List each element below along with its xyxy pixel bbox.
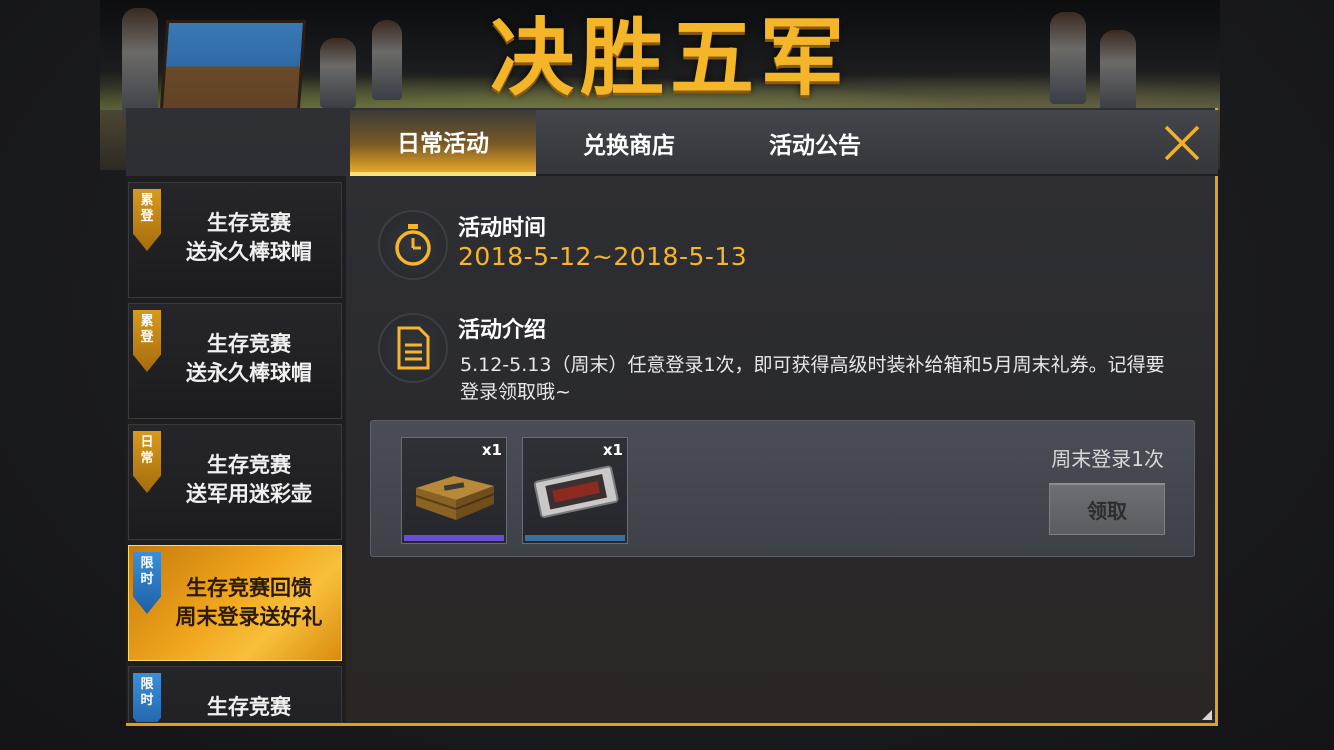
document-icon: [397, 326, 430, 370]
badge-text: 常: [140, 451, 154, 466]
event-title-line: 送永久棒球帽: [186, 361, 312, 385]
event-title: 生存竞赛 送军用迷彩壶: [163, 451, 335, 509]
tab-bar: 日常活动 兑换商店 活动公告: [350, 110, 1218, 176]
event-title: 生存竞赛回馈 周末登录送好礼: [163, 574, 335, 632]
event-title-line: 生存竞赛回馈: [186, 576, 312, 600]
claim-button[interactable]: 领取: [1049, 483, 1165, 535]
time-title: 活动时间: [458, 216, 547, 241]
time-value: 2018-5-12~2018-5-13: [458, 242, 748, 271]
tab-label: 兑换商店: [583, 133, 675, 159]
badge-text: 限: [140, 677, 154, 692]
intro-icon-frame: [378, 313, 448, 383]
time-icon-frame: [378, 210, 448, 280]
tab-daily-events[interactable]: 日常活动: [350, 110, 536, 176]
badge-text: 累: [140, 314, 154, 329]
event-list-item[interactable]: 限 时 生存竞赛: [128, 666, 342, 722]
soldier-art: [320, 38, 356, 108]
event-list-item[interactable]: 累 登 生存竞赛 送永久棒球帽: [128, 182, 342, 298]
badge-daily: 日 常: [133, 431, 161, 493]
event-title: 生存竞赛: [163, 693, 335, 722]
close-icon: [1164, 125, 1200, 161]
badge-text: 累: [140, 193, 154, 208]
reward-item-slot[interactable]: x1: [522, 437, 628, 544]
badge-text: 登: [140, 330, 154, 345]
soldier-art: [1100, 30, 1136, 110]
item-quantity: x1: [481, 441, 502, 459]
rarity-bar: [404, 535, 504, 541]
banner-title: 决胜五军: [490, 9, 851, 107]
rarity-bar: [525, 535, 625, 541]
tab-announcements[interactable]: 活动公告: [722, 110, 908, 176]
intro-title: 活动介绍: [458, 318, 547, 343]
badge-text: 时: [140, 572, 154, 587]
event-title: 生存竞赛 送永久棒球帽: [163, 330, 335, 388]
stopwatch-icon: [395, 224, 431, 266]
close-button[interactable]: [1146, 110, 1218, 176]
soldier-art: [1050, 12, 1086, 104]
badge-text: 日: [140, 435, 154, 450]
event-title-line: 生存竞赛: [207, 211, 291, 235]
tab-exchange-shop[interactable]: 兑换商店: [536, 110, 722, 176]
event-list-item[interactable]: 日 常 生存竞赛 送军用迷彩壶: [128, 424, 342, 540]
event-title-line: 生存竞赛: [207, 332, 291, 356]
intro-description: 5.12-5.13（周末）任意登录1次，即可获得高级时装补给箱和5月周末礼券。记…: [460, 354, 1165, 403]
reward-item-slot[interactable]: x1: [401, 437, 507, 544]
event-title-line: 送永久棒球帽: [186, 240, 312, 264]
badge-cumulative-login: 累 登: [133, 310, 161, 372]
soldier-art: [372, 20, 402, 100]
event-list-item-selected[interactable]: 限 时 生存竞赛回馈 周末登录送好礼: [128, 545, 342, 661]
soldier-art: [122, 8, 158, 118]
event-title: 生存竞赛 送永久棒球帽: [163, 209, 335, 267]
crate-icon: [415, 476, 495, 520]
event-title-line: 生存竞赛: [207, 453, 291, 477]
ticket-icon: [533, 465, 619, 518]
event-title-line: 周末登录送好礼: [175, 605, 323, 629]
tab-label: 活动公告: [769, 133, 861, 159]
resize-corner-icon: [1202, 710, 1212, 720]
badge-text: 登: [140, 209, 154, 224]
event-list-item[interactable]: 累 登 生存竞赛 送永久棒球帽: [128, 303, 342, 419]
tab-label: 日常活动: [397, 131, 489, 157]
badge-limited-time: 限 时: [133, 673, 161, 722]
badge-text: 时: [140, 693, 154, 708]
event-list: 累 登 生存竞赛 送永久棒球帽 累 登 生存竞赛 送永久棒球帽 日 常 生存竞赛…: [126, 176, 346, 722]
reward-panel: x1 x1 周末登录1次 领取: [370, 420, 1195, 557]
event-title-line: 生存竞赛: [207, 695, 291, 719]
item-quantity: x1: [602, 441, 623, 459]
badge-limited-time: 限 时: [133, 552, 161, 614]
event-title-line: 送军用迷彩壶: [186, 482, 312, 506]
badge-text: 限: [140, 556, 154, 571]
reward-condition: 周末登录1次: [1051, 447, 1164, 471]
badge-cumulative-login: 累 登: [133, 189, 161, 251]
